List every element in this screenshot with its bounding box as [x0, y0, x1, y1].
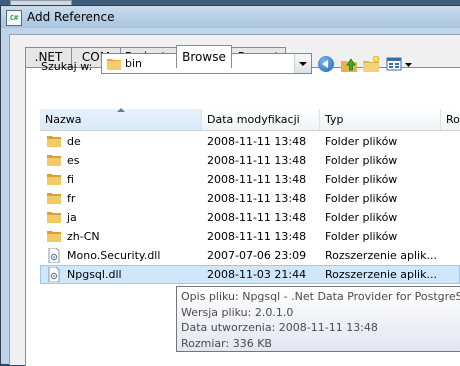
back-arrow-icon[interactable] [318, 56, 334, 72]
folder-icon [47, 153, 61, 167]
look-in-label: Szukaj w: [41, 60, 93, 73]
tab-browse[interactable]: Browse [176, 45, 232, 68]
chevron-down-icon[interactable] [294, 54, 311, 73]
file-type: Folder plików [325, 211, 398, 224]
folder-icon [47, 229, 61, 243]
file-type: Folder plików [325, 154, 398, 167]
title-bar[interactable]: C# Add Reference [1, 6, 460, 28]
file-name: Mono.Security.dll [67, 249, 161, 262]
folder-icon [47, 210, 61, 224]
folder-icon [47, 172, 61, 186]
file-name: zh-CN [67, 230, 100, 243]
dll-file-icon [47, 266, 61, 285]
column-size-header[interactable]: Ro [441, 109, 460, 130]
column-date-header[interactable]: Data modyfikacji [202, 109, 319, 130]
list-item[interactable]: de 2008-11-11 13:48 Folder plików [40, 132, 460, 151]
file-type: Rozszerzenie aplik... [325, 249, 437, 262]
tooltip-version: Wersja pliku: 2.0.1.0 [181, 305, 294, 319]
file-name: ja [67, 211, 77, 224]
file-date: 2008-11-11 13:48 [207, 230, 307, 243]
file-type: Folder plików [325, 230, 398, 243]
file-name: fi [67, 173, 74, 186]
list-header: Nazwa Data modyfikacji Typ Ro [40, 108, 460, 131]
look-in-value: bin [125, 57, 143, 70]
file-info-tooltip: Opis pliku: Npgsql - .Net Data Provider … [176, 286, 460, 352]
list-item[interactable]: Mono.Security.dll 2007-07-06 23:09 Rozsz… [40, 246, 460, 265]
dll-file-icon [47, 247, 61, 266]
list-item[interactable]: fi 2008-11-11 13:48 Folder plików [40, 170, 460, 189]
list-item[interactable]: es 2008-11-11 13:48 Folder plików [40, 151, 460, 170]
folder-icon [47, 134, 61, 148]
file-type: Folder plików [325, 173, 398, 186]
list-item[interactable]: ja 2008-11-11 13:48 Folder plików [40, 208, 460, 227]
folder-icon [47, 191, 61, 205]
list-item[interactable]: zh-CN 2008-11-11 13:48 Folder plików [40, 227, 460, 246]
list-item-selected[interactable]: Npgsql.dll 2008-11-03 21:44 Rozszerzenie… [40, 265, 460, 284]
file-type: Rozszerzenie aplik... [325, 268, 437, 281]
new-folder-icon[interactable] [362, 55, 380, 73]
file-date: 2007-07-06 23:09 [207, 249, 307, 262]
up-folder-icon[interactable] [340, 55, 358, 73]
tooltip-size: Rozmiar: 336 KB [181, 336, 272, 350]
file-date: 2008-11-11 13:48 [207, 192, 307, 205]
list-item[interactable]: fr 2008-11-11 13:48 Folder plików [40, 189, 460, 208]
column-name-header[interactable]: Nazwa [40, 108, 201, 130]
app-icon: C# [6, 10, 22, 26]
sort-ascending-icon [117, 108, 125, 112]
file-type: Folder plików [325, 135, 398, 148]
file-date: 2008-11-11 13:48 [207, 154, 307, 167]
views-menu-icon[interactable] [386, 55, 414, 73]
file-date: 2008-11-11 13:48 [207, 211, 307, 224]
column-type-header[interactable]: Typ [320, 109, 440, 130]
file-name: es [67, 154, 80, 167]
file-name: de [67, 135, 81, 148]
file-date: 2008-11-11 13:48 [207, 173, 307, 186]
file-date: 2008-11-03 21:44 [207, 268, 307, 281]
file-name: fr [67, 192, 76, 205]
window-title: Add Reference [27, 10, 115, 24]
tooltip-created: Data utworzenia: 2008-11-11 13:48 [181, 321, 378, 334]
column-name-label: Nazwa [45, 113, 82, 126]
file-date: 2008-11-11 13:48 [207, 135, 307, 148]
folder-icon [107, 57, 121, 70]
tooltip-description: Opis pliku: Npgsql - .Net Data Provider … [181, 290, 460, 303]
file-type: Folder plików [325, 192, 398, 205]
file-name: Npgsql.dll [67, 268, 122, 281]
